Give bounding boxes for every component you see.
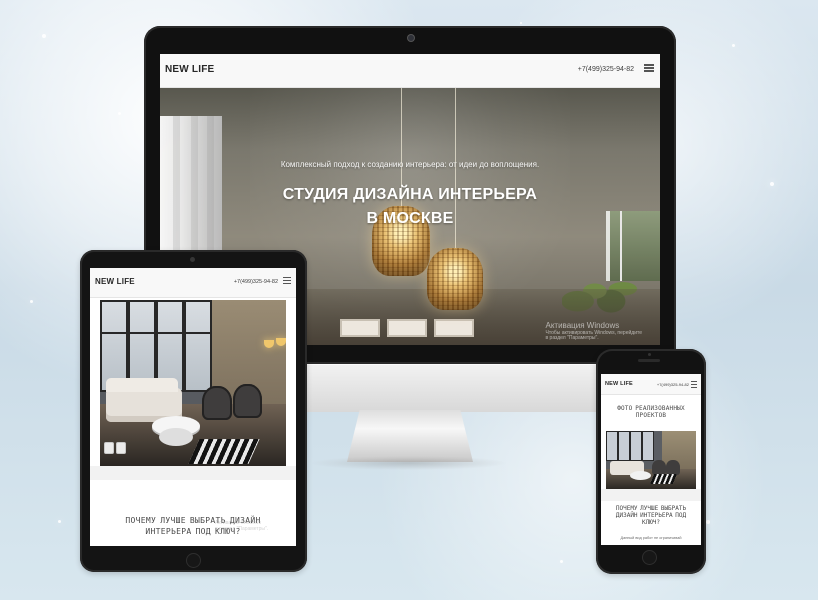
armchair-image	[233, 384, 262, 418]
tablet-device: NEW LIFE +7(499)325-94-82 ПОЧЕМУ ЛУЧШЕ В…	[80, 250, 307, 572]
window-panel	[642, 431, 654, 461]
pendant-lamp-icon	[427, 248, 483, 310]
phone-site-header: NEW LIFE +7(499)325-94-82	[601, 374, 701, 395]
phone-brand-logo[interactable]: NEW LIFE	[605, 381, 633, 387]
menu-line	[691, 381, 697, 382]
background-sparkle	[732, 44, 735, 47]
menu-line	[691, 387, 697, 388]
monitor-stand	[347, 410, 473, 462]
striped-rug-image	[649, 474, 678, 484]
monitor-base-shadow	[312, 456, 506, 470]
tablet-brand-logo[interactable]: NEW LIFE	[95, 277, 135, 286]
phone-screen: NEW LIFE +7(499)325-94-82 ФОТО РЕАЛИЗОВА…	[601, 374, 701, 545]
phone-caption-text: Данный вид работ не ограничивай	[620, 536, 682, 540]
background-sparkle	[770, 182, 774, 186]
desktop-site-header: NEW LIFE +7(499)325-94-82	[160, 54, 660, 88]
desktop-phone-link[interactable]: +7(499)325-94-82	[578, 66, 634, 73]
tablet-phone-link[interactable]: +7(499)325-94-82	[234, 279, 278, 285]
background-sparkle	[706, 520, 710, 524]
section-divider	[601, 489, 701, 501]
window-panel	[630, 431, 642, 461]
wall-frame	[387, 319, 427, 337]
menu-line	[644, 70, 654, 72]
desktop-hero-title-line1: СТУДИЯ ДИЗАЙНА ИНТЕРЬЕРА	[282, 186, 538, 203]
camera-icon	[648, 353, 651, 356]
camera-icon	[190, 257, 195, 262]
tablet-home-button[interactable]	[186, 553, 201, 568]
coffee-table-image	[630, 471, 651, 480]
menu-line	[644, 67, 654, 69]
tablet-gallery-image[interactable]	[100, 300, 286, 466]
menu-line	[691, 384, 697, 385]
armchair-image	[666, 460, 680, 475]
phone-home-button[interactable]	[642, 550, 657, 565]
watermark-line: в раздел "Параметры".	[545, 335, 599, 342]
section-divider	[90, 466, 296, 480]
gallery-control-button[interactable]	[104, 442, 114, 454]
phone-phone-link[interactable]: +7(499)325-94-82	[657, 382, 689, 387]
gallery-control-button[interactable]	[116, 442, 126, 454]
background-sparkle	[58, 520, 61, 523]
background-sparkle	[42, 34, 46, 38]
window-panel	[618, 431, 630, 461]
tablet-site-header: NEW LIFE +7(499)325-94-82	[90, 268, 296, 298]
background-sparkle	[118, 112, 121, 115]
menu-line	[283, 283, 291, 284]
desktop-hero-title-line2: В МОСКВЕ	[366, 210, 454, 227]
pendant-wire	[455, 88, 456, 253]
windows-activation-watermark: Активация Windows Чтобы активировать Win…	[546, 321, 643, 343]
background-sparkle	[520, 22, 522, 24]
wall-frames	[340, 319, 478, 339]
menu-line	[283, 277, 291, 278]
background-sparkle	[560, 560, 563, 563]
wall-frame	[340, 319, 380, 337]
wall-frame	[434, 319, 474, 337]
armchair-image	[202, 386, 232, 420]
menu-line	[644, 64, 654, 66]
camera-icon	[408, 35, 414, 41]
tablet-menu-icon[interactable]	[283, 277, 291, 284]
background-sparkle	[30, 300, 33, 303]
desktop-hero-subtitle: Комплексный подход к созданию интерьера:…	[280, 160, 540, 169]
watermark-line: Активация Windows	[545, 320, 620, 330]
window-panel	[606, 431, 618, 461]
apple-logo-icon	[399, 377, 419, 401]
smartphone-device: NEW LIFE +7(499)325-94-82 ФОТО РЕАЛИЗОВА…	[596, 349, 706, 574]
watermark-line: в раздел "Параметры".	[215, 525, 269, 532]
armchair-image	[652, 460, 666, 475]
menu-line	[283, 280, 291, 281]
striped-rug-image	[188, 439, 260, 464]
phone-menu-icon[interactable]	[691, 381, 697, 388]
speaker-icon	[638, 359, 660, 362]
coffee-table-base	[159, 428, 193, 446]
desktop-menu-icon[interactable]	[644, 64, 654, 72]
phone-gallery-image[interactable]	[606, 431, 696, 489]
phone-section-title: ПОЧЕМУ ЛУЧШЕ ВЫБРАТЬ ДИЗАЙН ИНТЕРЬЕРА ПО…	[615, 505, 687, 527]
desktop-brand-logo[interactable]: NEW LIFE	[165, 64, 214, 75]
tablet-windows-watermark: Активация Windows в раздел "Параметры".	[215, 520, 269, 532]
tablet-screen: NEW LIFE +7(499)325-94-82 ПОЧЕМУ ЛУЧШЕ В…	[90, 268, 296, 546]
window-panel	[184, 300, 212, 392]
phone-projects-title: ФОТО РЕАЛИЗОВАННЫХ ПРОЕКТОВ	[617, 405, 685, 420]
gallery-controls-icon[interactable]	[104, 442, 132, 456]
